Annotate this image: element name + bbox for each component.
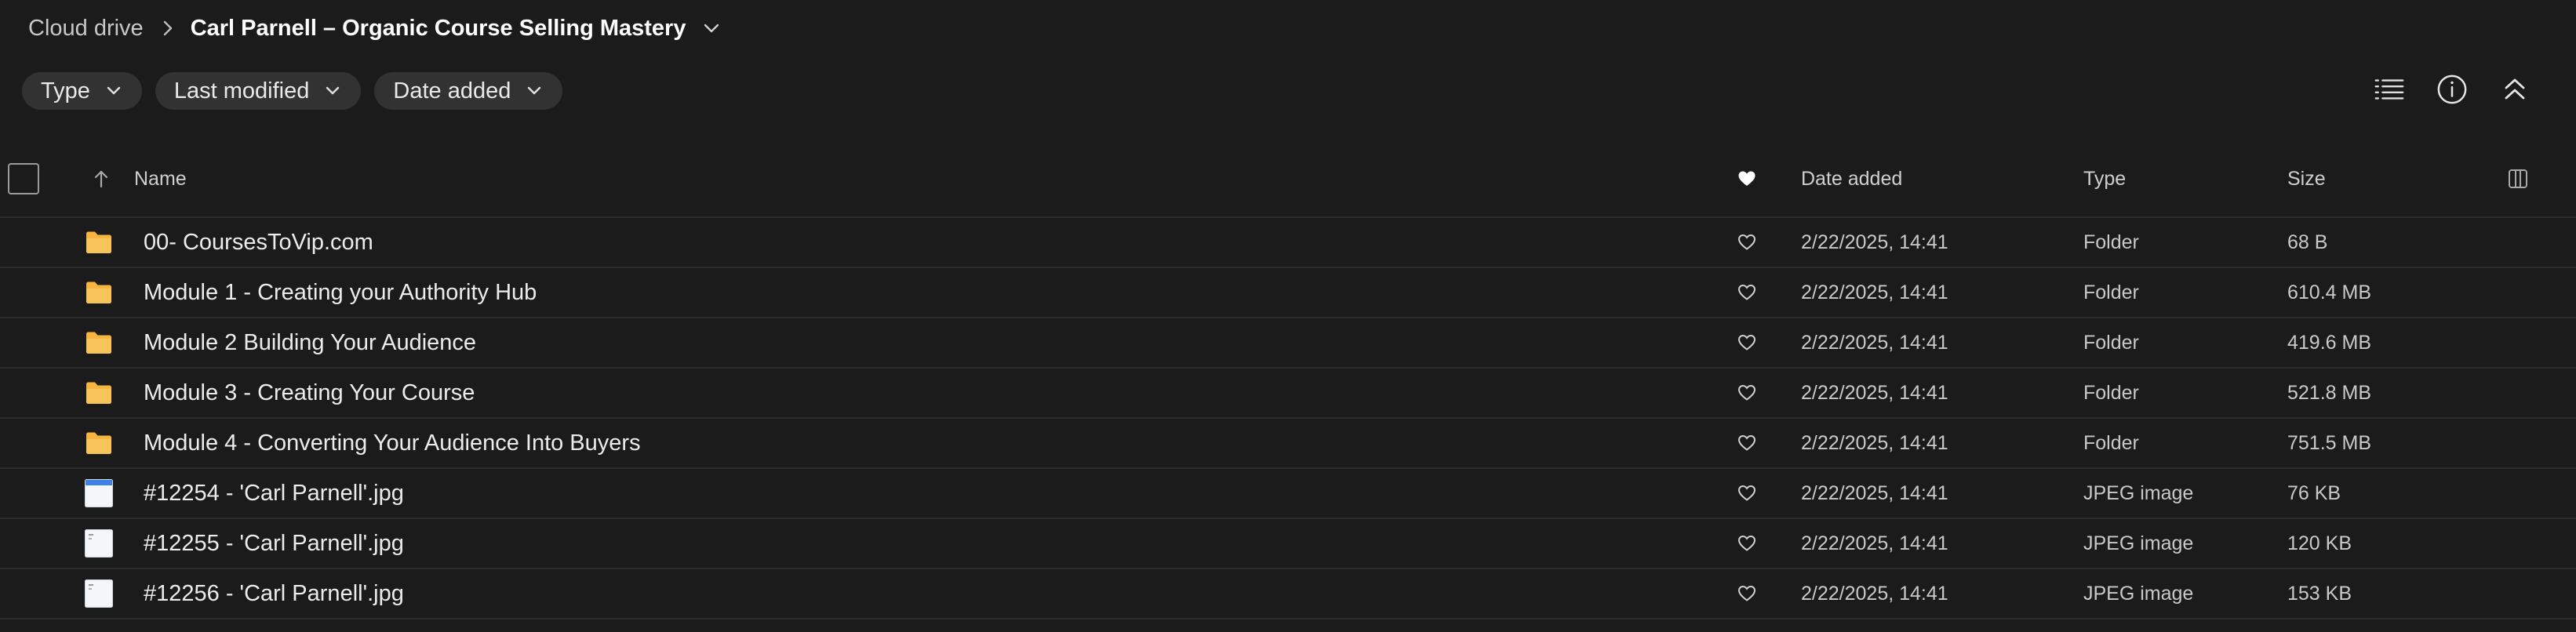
date-added-cell: 2/22/2025, 14:41 [1801, 331, 1948, 354]
type-cell: Folder [2083, 431, 2139, 454]
column-header-type[interactable]: Type [2083, 141, 2126, 216]
type-cell: JPEG image [2083, 582, 2194, 605]
size-cell: 610.4 MB [2287, 281, 2372, 303]
favorite-filled-icon[interactable] [1737, 141, 1756, 216]
column-settings-icon[interactable] [2507, 141, 2529, 216]
favorite-heart-icon[interactable] [1737, 569, 1756, 618]
type-cell: Folder [2083, 231, 2139, 253]
date-added-cell: 2/22/2025, 14:41 [1801, 582, 1948, 605]
table-row[interactable]: Module 2 Building Your Audience 2/22/2025… [0, 318, 2576, 369]
breadcrumb-root-link[interactable]: Cloud drive [28, 16, 144, 42]
favorite-heart-icon[interactable] [1737, 419, 1756, 467]
size-cell: 68 B [2287, 231, 2328, 253]
filter-date-added-label: Date added [393, 78, 511, 104]
file-name[interactable]: Module 1 - Creating your Authority Hub [144, 268, 537, 317]
type-cell: Folder [2083, 281, 2139, 303]
file-table: Name Date added Type Size 00- CoursesToV… [0, 141, 2576, 619]
folder-icon [85, 318, 113, 367]
list-view-icon[interactable] [2374, 67, 2405, 111]
image-thumbnail-icon [85, 519, 113, 568]
select-all-checkbox[interactable] [8, 141, 39, 216]
table-row[interactable]: Module 3 - Creating Your Course 2/22/2025… [0, 369, 2576, 419]
chevron-right-icon [162, 20, 173, 37]
filter-bar: Type Last modified Date added [22, 72, 563, 110]
column-header-name[interactable]: Name [134, 141, 187, 216]
size-cell: 521.8 MB [2287, 381, 2372, 404]
date-added-cell: 2/22/2025, 14:41 [1801, 532, 1948, 554]
filter-last-modified-label: Last modified [173, 78, 310, 104]
image-thumbnail-icon [85, 469, 113, 518]
favorite-heart-icon[interactable] [1737, 519, 1756, 568]
date-added-cell: 2/22/2025, 14:41 [1801, 281, 1948, 303]
favorite-heart-icon[interactable] [1737, 469, 1756, 518]
type-cell: JPEG image [2083, 532, 2194, 554]
date-added-cell: 2/22/2025, 14:41 [1801, 481, 1948, 504]
favorite-heart-icon[interactable] [1737, 318, 1756, 367]
favorite-heart-icon[interactable] [1737, 268, 1756, 317]
type-cell: JPEG image [2083, 481, 2194, 504]
image-thumbnail-icon [85, 569, 113, 618]
table-row[interactable]: #12254 - 'Carl Parnell'.jpg 2/22/2025, 14… [0, 469, 2576, 519]
column-header-date-added[interactable]: Date added [1801, 141, 1902, 216]
folder-icon [85, 268, 113, 317]
size-cell: 76 KB [2287, 481, 2341, 504]
view-toolbar [2374, 67, 2531, 111]
chevron-down-icon[interactable] [703, 23, 720, 34]
table-row[interactable]: #12256 - 'Carl Parnell'.jpg 2/22/2025, 14… [0, 569, 2576, 619]
file-name[interactable]: #12254 - 'Carl Parnell'.jpg [144, 469, 404, 518]
table-header: Name Date added Type Size [0, 141, 2576, 218]
folder-icon [85, 419, 113, 467]
table-row[interactable]: 00- CoursesToVip.com 2/22/2025, 14:41 Fold… [0, 218, 2576, 268]
column-header-size[interactable]: Size [2287, 141, 2326, 216]
info-icon[interactable] [2436, 67, 2468, 111]
chevron-down-icon [107, 86, 121, 95]
size-cell: 120 KB [2287, 532, 2352, 554]
file-name[interactable]: Module 4 - Converting Your Audience Into… [144, 419, 641, 467]
table-row[interactable]: Module 4 - Converting Your Audience Into… [0, 419, 2576, 469]
file-name[interactable]: Module 3 - Creating Your Course [144, 369, 475, 417]
file-name[interactable]: Module 2 Building Your Audience [144, 318, 476, 367]
folder-icon [85, 369, 113, 417]
table-row[interactable]: Module 1 - Creating your Authority Hub 2/… [0, 268, 2576, 318]
type-cell: Folder [2083, 381, 2139, 404]
filter-type-label: Type [41, 78, 90, 104]
size-cell: 751.5 MB [2287, 431, 2372, 454]
date-added-cell: 2/22/2025, 14:41 [1801, 381, 1948, 404]
file-name[interactable]: 00- CoursesToVip.com [144, 218, 373, 267]
chevron-down-icon [528, 86, 541, 95]
favorite-heart-icon[interactable] [1737, 369, 1756, 417]
size-cell: 419.6 MB [2287, 331, 2372, 354]
folder-icon [85, 218, 113, 267]
size-cell: 153 KB [2287, 582, 2352, 605]
collapse-icon[interactable] [2499, 67, 2531, 111]
favorite-heart-icon[interactable] [1737, 218, 1756, 267]
type-cell: Folder [2083, 331, 2139, 354]
filter-last-modified-button[interactable]: Last modified [155, 72, 362, 110]
filter-type-button[interactable]: Type [22, 72, 142, 110]
file-name[interactable]: #12255 - 'Carl Parnell'.jpg [144, 519, 404, 568]
sort-ascending-icon[interactable] [93, 141, 110, 216]
date-added-cell: 2/22/2025, 14:41 [1801, 431, 1948, 454]
chevron-down-icon [326, 86, 340, 95]
table-row[interactable]: #12255 - 'Carl Parnell'.jpg 2/22/2025, 14… [0, 519, 2576, 569]
date-added-cell: 2/22/2025, 14:41 [1801, 231, 1948, 253]
filter-date-added-button[interactable]: Date added [374, 72, 563, 110]
breadcrumb: Cloud drive Carl Parnell – Organic Cours… [28, 11, 720, 45]
breadcrumb-current-folder[interactable]: Carl Parnell – Organic Course Selling Ma… [191, 16, 686, 42]
file-name[interactable]: #12256 - 'Carl Parnell'.jpg [144, 569, 404, 618]
